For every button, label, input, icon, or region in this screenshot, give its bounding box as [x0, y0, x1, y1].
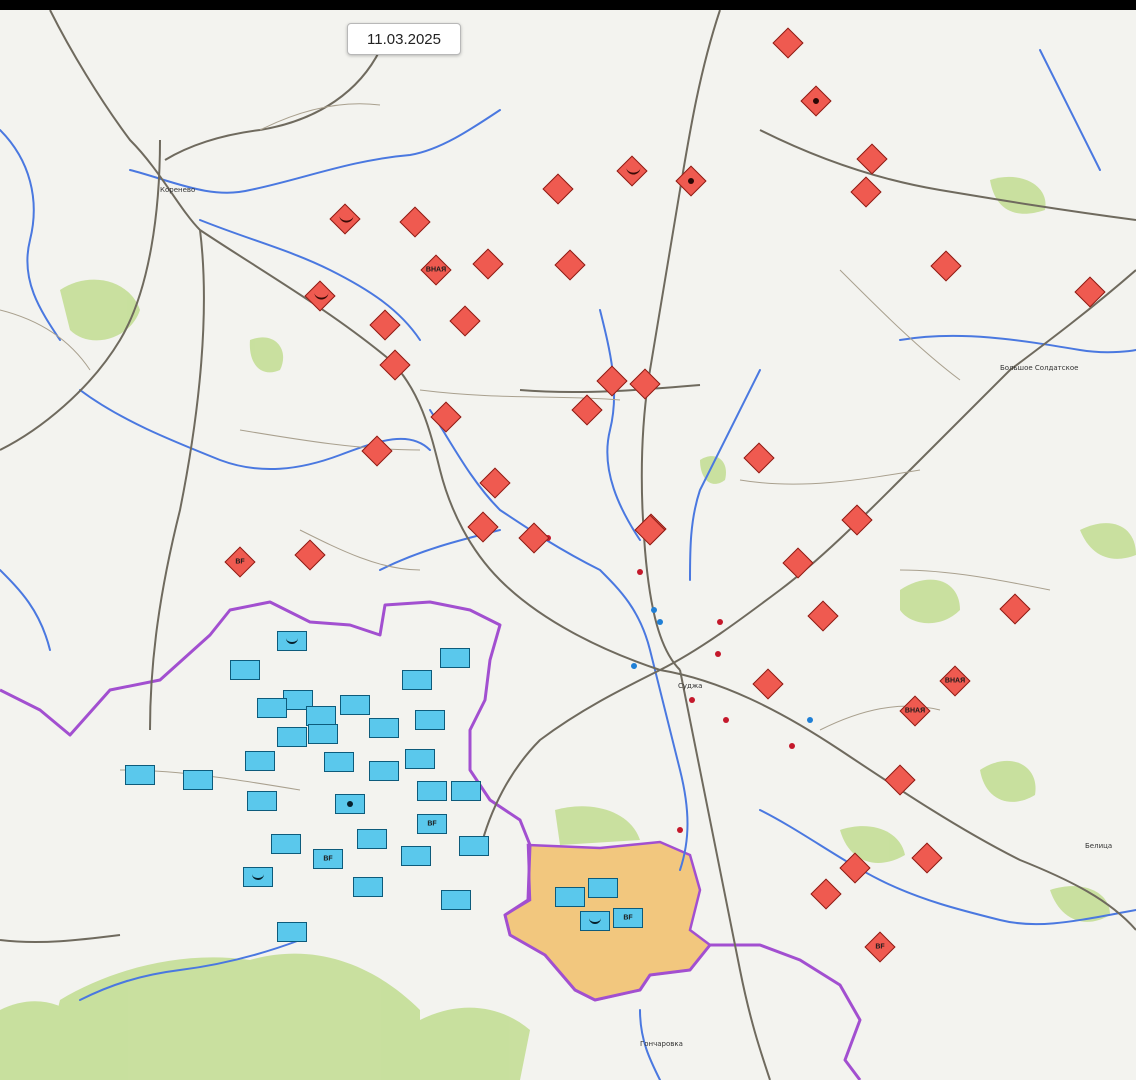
- settlement-dot: [631, 663, 637, 669]
- ukrainian-unit-marker[interactable]: [451, 781, 481, 801]
- ukrainian-unit-marker[interactable]: BF: [613, 908, 643, 928]
- unit-label: ВНАЯ: [944, 677, 966, 685]
- ukrainian-unit-marker[interactable]: [415, 710, 445, 730]
- ukrainian-unit-marker[interactable]: [247, 791, 277, 811]
- settlement-dot: [651, 607, 657, 613]
- unit-label: ВНАЯ: [904, 707, 926, 715]
- ukrainian-unit-marker[interactable]: [257, 698, 287, 718]
- ukrainian-unit-marker[interactable]: [125, 765, 155, 785]
- unit-label: BF: [235, 558, 245, 566]
- ukrainian-unit-marker[interactable]: [405, 749, 435, 769]
- ukrainian-unit-marker[interactable]: [369, 718, 399, 738]
- ukrainian-unit-marker[interactable]: [357, 829, 387, 849]
- ukrainian-unit-marker[interactable]: [271, 834, 301, 854]
- ukrainian-unit-marker[interactable]: [401, 846, 431, 866]
- ukrainian-unit-marker[interactable]: [580, 911, 610, 931]
- settlement-dot: [715, 651, 721, 657]
- ukrainian-unit-marker[interactable]: [243, 867, 273, 887]
- ukrainian-unit-marker[interactable]: [441, 890, 471, 910]
- ukrainian-unit-marker[interactable]: [277, 922, 307, 942]
- settlement-dot: [723, 717, 729, 723]
- ukrainian-unit-marker[interactable]: [183, 770, 213, 790]
- ukrainian-unit-marker[interactable]: BF: [313, 849, 343, 869]
- town-label: Гончаровка: [640, 1040, 683, 1048]
- settlement-dot: [807, 717, 813, 723]
- unit-label: ВНАЯ: [425, 266, 447, 274]
- ukrainian-unit-marker[interactable]: [306, 706, 336, 726]
- ukrainian-unit-marker[interactable]: [555, 887, 585, 907]
- ukrainian-unit-marker[interactable]: [335, 794, 365, 814]
- map-view[interactable]: Коренево Суджа Гончаровка Большое Солдатско…: [0, 10, 1136, 1080]
- town-label: Суджа: [678, 682, 703, 690]
- ukrainian-unit-marker[interactable]: [417, 781, 447, 801]
- ukrainian-unit-marker[interactable]: [277, 727, 307, 747]
- ukrainian-unit-marker[interactable]: [459, 836, 489, 856]
- ukrainian-unit-marker[interactable]: [440, 648, 470, 668]
- ukrainian-unit-marker[interactable]: [340, 695, 370, 715]
- ukrainian-unit-marker[interactable]: BF: [417, 814, 447, 834]
- town-label: Большое Солдатское: [1000, 364, 1079, 372]
- date-label: 11.03.2025: [347, 23, 461, 55]
- unit-label: BF: [323, 855, 333, 863]
- ukrainian-unit-marker[interactable]: [402, 670, 432, 690]
- map-canvas: [0, 10, 1136, 1080]
- ukrainian-unit-marker[interactable]: [324, 752, 354, 772]
- town-label: Белица: [1085, 842, 1113, 850]
- ukrainian-unit-marker[interactable]: [369, 761, 399, 781]
- ukrainian-unit-marker[interactable]: [353, 877, 383, 897]
- town-label: Коренево: [160, 186, 196, 194]
- unit-label: BF: [623, 914, 633, 922]
- unit-label: BF: [875, 943, 885, 951]
- settlement-dot: [657, 619, 663, 625]
- unit-label: BF: [427, 820, 437, 828]
- settlement-dot: [717, 619, 723, 625]
- ukrainian-unit-marker[interactable]: [277, 631, 307, 651]
- settlement-dot: [637, 569, 643, 575]
- settlement-dot: [677, 827, 683, 833]
- settlement-dot: [689, 697, 695, 703]
- ukrainian-unit-marker[interactable]: [308, 724, 338, 744]
- ukrainian-unit-marker[interactable]: [230, 660, 260, 680]
- ukrainian-unit-marker[interactable]: [588, 878, 618, 898]
- ukrainian-unit-marker[interactable]: [245, 751, 275, 771]
- settlement-dot: [789, 743, 795, 749]
